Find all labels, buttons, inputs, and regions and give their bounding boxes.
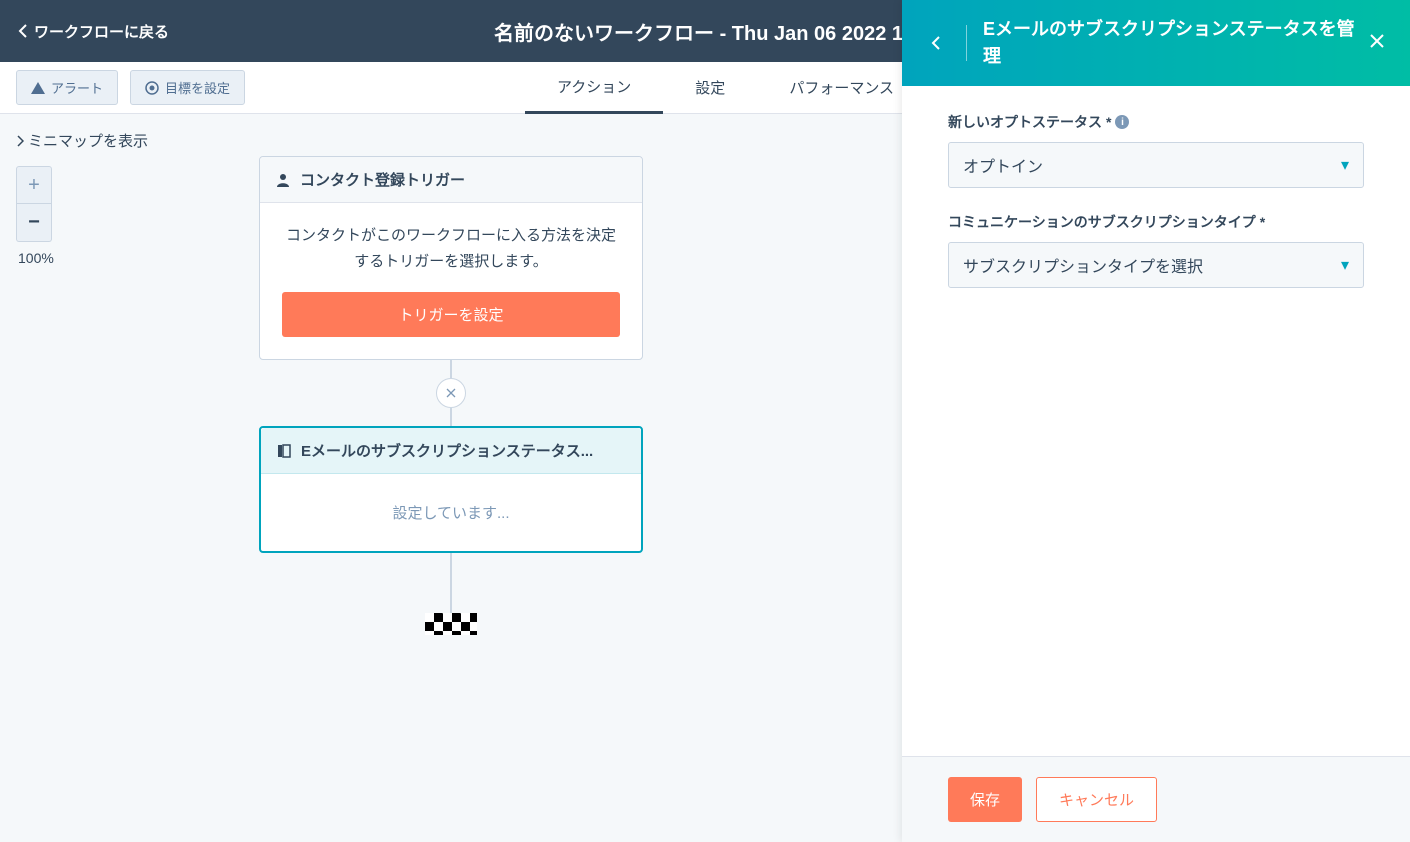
save-button[interactable]: 保存 bbox=[948, 777, 1022, 822]
zoom-out-button[interactable]: − bbox=[16, 204, 52, 242]
tab-settings[interactable]: 設定 bbox=[663, 62, 757, 114]
subbar-left: アラート 目標を設定 bbox=[16, 70, 245, 105]
person-icon bbox=[276, 173, 290, 187]
panel-close-button[interactable] bbox=[1364, 28, 1390, 59]
set-goals-button[interactable]: 目標を設定 bbox=[130, 70, 245, 105]
zoom-in-button[interactable]: + bbox=[16, 166, 52, 204]
field-opt-status: 新しいオプトステータス * i オプトイン ▾ bbox=[948, 112, 1364, 188]
action-card-header: Eメールのサブスクリプションステータス... bbox=[261, 428, 641, 474]
trigger-card-header: コンタクト登録トリガー bbox=[260, 157, 642, 203]
cancel-button[interactable]: キャンセル bbox=[1036, 777, 1157, 822]
sub-type-label-row: コミュニケーションのサブスクリプションタイプ * bbox=[948, 212, 1364, 232]
goals-label: 目標を設定 bbox=[165, 78, 230, 97]
required-mark: * bbox=[1106, 114, 1111, 130]
chevron-left-icon bbox=[931, 35, 941, 51]
target-icon bbox=[145, 81, 159, 95]
chevron-down-icon: ▾ bbox=[1341, 155, 1349, 175]
connector-line bbox=[450, 360, 452, 378]
close-icon bbox=[1368, 32, 1386, 50]
action-card-body: 設定しています... bbox=[261, 474, 641, 551]
add-action-button[interactable] bbox=[436, 378, 466, 408]
panel-header: Eメールのサブスクリプションステータスを管理 bbox=[902, 0, 1410, 86]
side-panel: Eメールのサブスクリプションステータスを管理 新しいオプトステータス * i オ… bbox=[902, 0, 1410, 842]
opt-status-label: 新しいオプトステータス bbox=[948, 112, 1102, 132]
alerts-label: アラート bbox=[51, 78, 103, 97]
close-icon bbox=[446, 388, 456, 398]
field-subscription-type: コミュニケーションのサブスクリプションタイプ * サブスクリプションタイプを選択… bbox=[948, 212, 1364, 288]
chevron-left-icon bbox=[18, 24, 28, 38]
opt-status-label-row: 新しいオプトステータス * i bbox=[948, 112, 1364, 132]
trigger-card[interactable]: コンタクト登録トリガー コンタクトがこのワークフローに入る方法を決定するトリガー… bbox=[259, 156, 643, 360]
zoom-level: 100% bbox=[16, 250, 54, 266]
panel-title: Eメールのサブスクリプションステータスを管理 bbox=[983, 16, 1364, 70]
panel-footer: 保存 キャンセル bbox=[902, 756, 1410, 842]
minimap-label: ミニマップを表示 bbox=[28, 130, 148, 151]
connector-line bbox=[450, 408, 452, 426]
chevron-down-icon: ▾ bbox=[1341, 255, 1349, 275]
trigger-desc: コンタクトがこのワークフローに入る方法を決定するトリガーを選択します。 bbox=[282, 223, 620, 274]
subscription-type-select[interactable]: サブスクリプションタイプを選択 ▾ bbox=[948, 242, 1364, 288]
list-icon bbox=[277, 444, 291, 458]
finish-flag bbox=[425, 613, 477, 635]
panel-body: 新しいオプトステータス * i オプトイン ▾ コミュニケーションのサブスクリプ… bbox=[902, 86, 1410, 756]
opt-status-value: オプトイン bbox=[963, 153, 1043, 177]
opt-status-select[interactable]: オプトイン ▾ bbox=[948, 142, 1364, 188]
action-card-selected[interactable]: Eメールのサブスクリプションステータス... 設定しています... bbox=[259, 426, 643, 553]
sub-type-placeholder: サブスクリプションタイプを選択 bbox=[963, 253, 1203, 277]
back-label: ワークフローに戻る bbox=[34, 21, 169, 42]
workflow-canvas: ミニマップを表示 + − 100% コンタクト登録トリガー コンタクトがこのワー… bbox=[0, 114, 902, 842]
tab-performance[interactable]: パフォーマンス bbox=[757, 62, 926, 114]
zoom-controls: + − 100% bbox=[16, 166, 54, 266]
warning-icon bbox=[31, 82, 45, 94]
panel-header-divider bbox=[966, 25, 967, 61]
flow-column: コンタクト登録トリガー コンタクトがこのワークフローに入る方法を決定するトリガー… bbox=[259, 156, 643, 635]
required-mark: * bbox=[1260, 214, 1265, 230]
back-to-workflows-link[interactable]: ワークフローに戻る bbox=[18, 21, 169, 42]
trigger-card-body: コンタクトがこのワークフローに入る方法を決定するトリガーを選択します。 トリガー… bbox=[260, 203, 642, 359]
info-icon[interactable]: i bbox=[1115, 115, 1129, 129]
action-title: Eメールのサブスクリプションステータス... bbox=[301, 440, 593, 461]
chevron-right-icon bbox=[16, 135, 24, 147]
set-trigger-button[interactable]: トリガーを設定 bbox=[282, 292, 620, 337]
minimap-toggle[interactable]: ミニマップを表示 bbox=[16, 130, 148, 151]
sub-type-label: コミュニケーションのサブスクリプションタイプ bbox=[948, 212, 1256, 232]
alerts-button[interactable]: アラート bbox=[16, 70, 118, 105]
panel-back-button[interactable] bbox=[922, 29, 950, 57]
trigger-title: コンタクト登録トリガー bbox=[300, 169, 465, 190]
connector-line bbox=[450, 553, 452, 613]
tab-actions[interactable]: アクション bbox=[525, 62, 663, 114]
